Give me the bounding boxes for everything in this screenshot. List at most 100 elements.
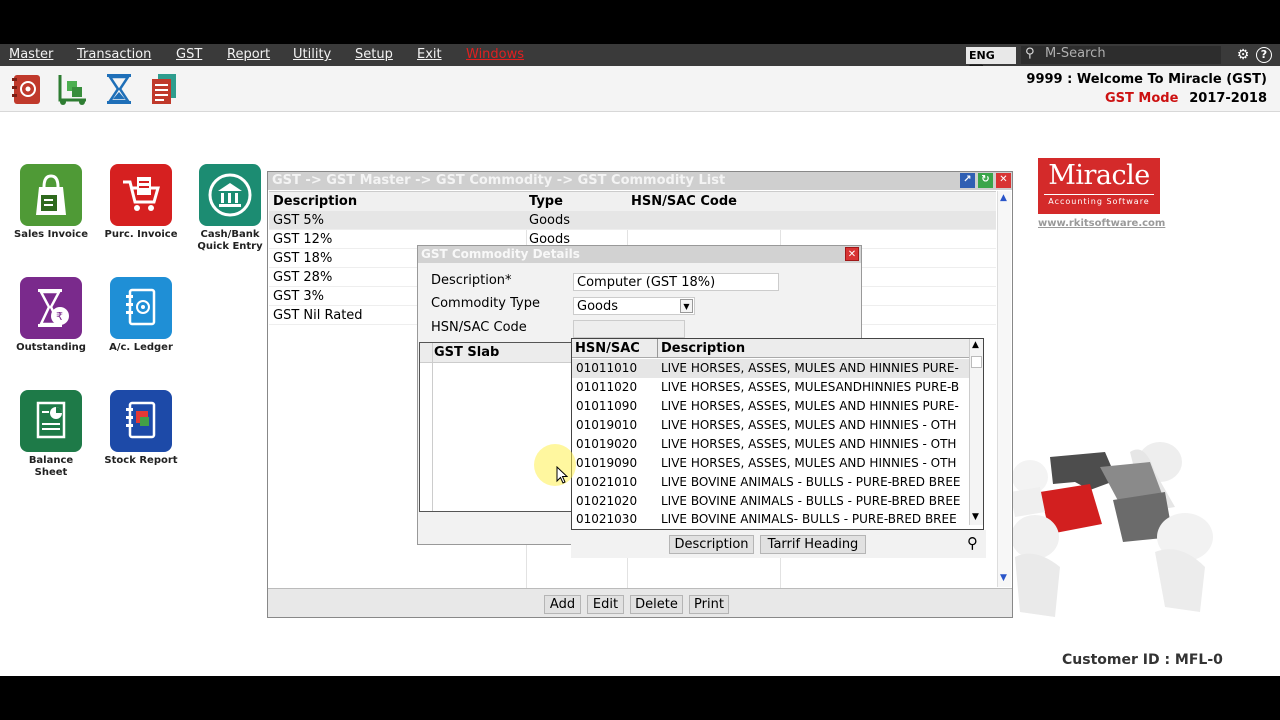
scroll-down-icon[interactable]: ▼: [1000, 573, 1007, 583]
hsn-code: 01019010: [576, 418, 638, 432]
bank-icon: [199, 164, 261, 226]
ledger-book-icon: [110, 277, 172, 339]
inventory-trolley-icon[interactable]: [56, 72, 90, 106]
help-icon[interactable]: ?: [1256, 47, 1272, 63]
shopping-cart-icon: [110, 164, 172, 226]
dialog-title: GST Commodity Details: [421, 247, 580, 261]
window-title-bar: GST -> GST Master -> GST Commodity -> GS…: [268, 172, 1012, 190]
menu-setup[interactable]: Setup: [355, 47, 393, 62]
documents-icon[interactable]: [148, 72, 182, 106]
refresh-icon[interactable]: ↻: [978, 173, 993, 188]
row-description: GST 3%: [273, 289, 325, 304]
website-link[interactable]: www.rkitsoftware.com: [1038, 218, 1165, 229]
customer-id: Customer ID : MFL-0: [1062, 652, 1223, 668]
menu-transaction[interactable]: Transaction: [77, 47, 151, 62]
col-description[interactable]: Description: [661, 341, 745, 356]
search-by-description-button[interactable]: Description: [669, 535, 754, 554]
lookup-row[interactable]: 01019010 LIVE HORSES, ASSES, MULES AND H…: [572, 416, 969, 435]
hsn-description: LIVE BOVINE ANIMALS - BULLS - PURE-BRED …: [661, 475, 961, 489]
row-type: Goods: [529, 213, 571, 228]
menu-windows[interactable]: Windows: [466, 47, 524, 62]
menu-report[interactable]: Report: [227, 47, 270, 62]
scroll-thumb[interactable]: [971, 356, 982, 368]
lookup-row[interactable]: 01011010 LIVE HORSES, ASSES, MULES AND H…: [572, 359, 969, 378]
stock-report-icon: [110, 390, 172, 452]
scroll-down-icon[interactable]: ▼: [972, 512, 979, 522]
popout-icon[interactable]: ↗: [960, 173, 975, 188]
lookup-row[interactable]: 01011020 LIVE HORSES, ASSES, MULESANDHIN…: [572, 378, 969, 397]
chevron-down-icon[interactable]: ▼: [680, 299, 693, 313]
description-field[interactable]: Computer (GST 18%): [573, 273, 779, 291]
tile-stock-report[interactable]: Stock Report: [101, 390, 181, 467]
tile-purc-invoice[interactable]: Purc. Invoice: [101, 164, 181, 241]
tile-balance-sheet[interactable]: Balance Sheet: [11, 390, 91, 479]
lookup-row[interactable]: 01021020 LIVE BOVINE ANIMALS - BULLS - P…: [572, 492, 969, 511]
col-hsn-sac-code[interactable]: HSN/SAC Code: [631, 194, 737, 209]
hsn-code: 01011020: [576, 380, 638, 394]
logo-tagline: Accounting Software: [1044, 194, 1154, 206]
menu-exit[interactable]: Exit: [417, 47, 442, 62]
delete-button[interactable]: Delete: [630, 595, 683, 614]
close-icon[interactable]: ✕: [996, 173, 1011, 188]
hsn-description: LIVE BOVINE ANIMALS - BULLS - PURE-BRED …: [661, 494, 961, 508]
col-description[interactable]: Description: [273, 194, 357, 209]
tarrif-heading-button[interactable]: Tarrif Heading: [760, 535, 866, 554]
add-button[interactable]: Add: [544, 595, 581, 614]
lookup-row[interactable]: 01021030 LIVE BOVINE ANIMALS- BULLS - PU…: [572, 511, 969, 527]
welcome-text: 9999 : Welcome To Miracle (GST): [1026, 72, 1267, 87]
lookup-row[interactable]: 01021010 LIVE BOVINE ANIMALS - BULLS - P…: [572, 473, 969, 492]
financial-year: 2017-2018: [1189, 91, 1267, 106]
col-type[interactable]: Type: [529, 194, 563, 209]
scroll-up-icon[interactable]: ▲: [1000, 193, 1007, 203]
mouse-cursor-icon: [556, 466, 568, 484]
search-placeholder: M-Search: [1045, 46, 1106, 61]
address-book-icon[interactable]: [10, 72, 44, 106]
tile-cash-bank-quick-entry[interactable]: Cash/Bank Quick Entry: [190, 164, 270, 253]
tile-outstanding[interactable]: ₹ Outstanding: [11, 277, 91, 354]
menu-master[interactable]: Master: [9, 47, 53, 62]
tile-ac-ledger[interactable]: A/c. Ledger: [101, 277, 181, 354]
miracle-logo: Miracle Accounting Software: [1038, 158, 1160, 214]
scroll-up-icon[interactable]: ▲: [972, 340, 979, 350]
search-icon[interactable]: ⚲: [967, 534, 978, 552]
hourglass-rupee-icon: ₹: [20, 277, 82, 339]
tile-label: Cash/Bank Quick Entry: [197, 229, 263, 252]
lookup-row[interactable]: 01011090 LIVE HORSES, ASSES, MULES AND H…: [572, 397, 969, 416]
window-title: GST -> GST Master -> GST Commodity -> GS…: [272, 173, 726, 188]
hsn-description: LIVE HORSES, ASSES, MULES AND HINNIES - …: [661, 418, 957, 432]
tile-label: A/c. Ledger: [109, 342, 173, 353]
menu-gst[interactable]: GST: [176, 47, 202, 62]
language-label: ENG: [969, 49, 995, 62]
hsn-code: 01019020: [576, 437, 638, 451]
shopping-bag-icon: [20, 164, 82, 226]
edit-button[interactable]: Edit: [587, 595, 624, 614]
commodity-type-select[interactable]: Goods ▼: [573, 297, 695, 315]
lookup-row[interactable]: 01019090 LIVE HORSES, ASSES, MULES AND H…: [572, 454, 969, 473]
lookup-row[interactable]: 01019020 LIVE HORSES, ASSES, MULES AND H…: [572, 435, 969, 454]
tile-label: Stock Report: [104, 455, 178, 466]
row-description: GST 18%: [273, 251, 333, 266]
lookup-scrollbar[interactable]: ▲ ▼: [969, 339, 983, 525]
gst-slab-header: GST Slab: [420, 343, 572, 363]
print-button[interactable]: Print: [689, 595, 729, 614]
vertical-scrollbar[interactable]: ▲ ▼: [997, 191, 1011, 587]
close-icon[interactable]: ✕: [845, 247, 859, 261]
menu-utility[interactable]: Utility: [293, 47, 331, 62]
toolbar: 9999 : Welcome To Miracle (GST) GST Mode…: [0, 66, 1280, 112]
search-input[interactable]: ⚲ M-Search: [1021, 46, 1221, 64]
menu-bar: Master Transaction GST Report Utility Se…: [0, 44, 1280, 75]
logo-name: Miracle: [1048, 160, 1150, 191]
balance-sheet-icon: [20, 390, 82, 452]
commodity-type-label: Commodity Type: [431, 296, 540, 311]
hsn-description: LIVE HORSES, ASSES, MULES AND HINNIES - …: [661, 437, 957, 451]
language-indicator[interactable]: ENG ⌨: [966, 47, 1016, 75]
hourglass-icon[interactable]: [102, 72, 136, 106]
tile-sales-invoice[interactable]: Sales Invoice: [11, 164, 91, 241]
hsn-code: 01021020: [576, 494, 638, 508]
column-divider: [432, 343, 433, 511]
grid-header: Description Type HSN/SAC Code: [269, 192, 996, 211]
table-row[interactable]: GST 5% Goods: [269, 211, 996, 230]
gear-icon[interactable]: ⚙: [1235, 47, 1251, 63]
col-hsn-sac[interactable]: HSN/SAC: [575, 341, 640, 356]
hsn-sac-code-field[interactable]: [573, 320, 685, 338]
